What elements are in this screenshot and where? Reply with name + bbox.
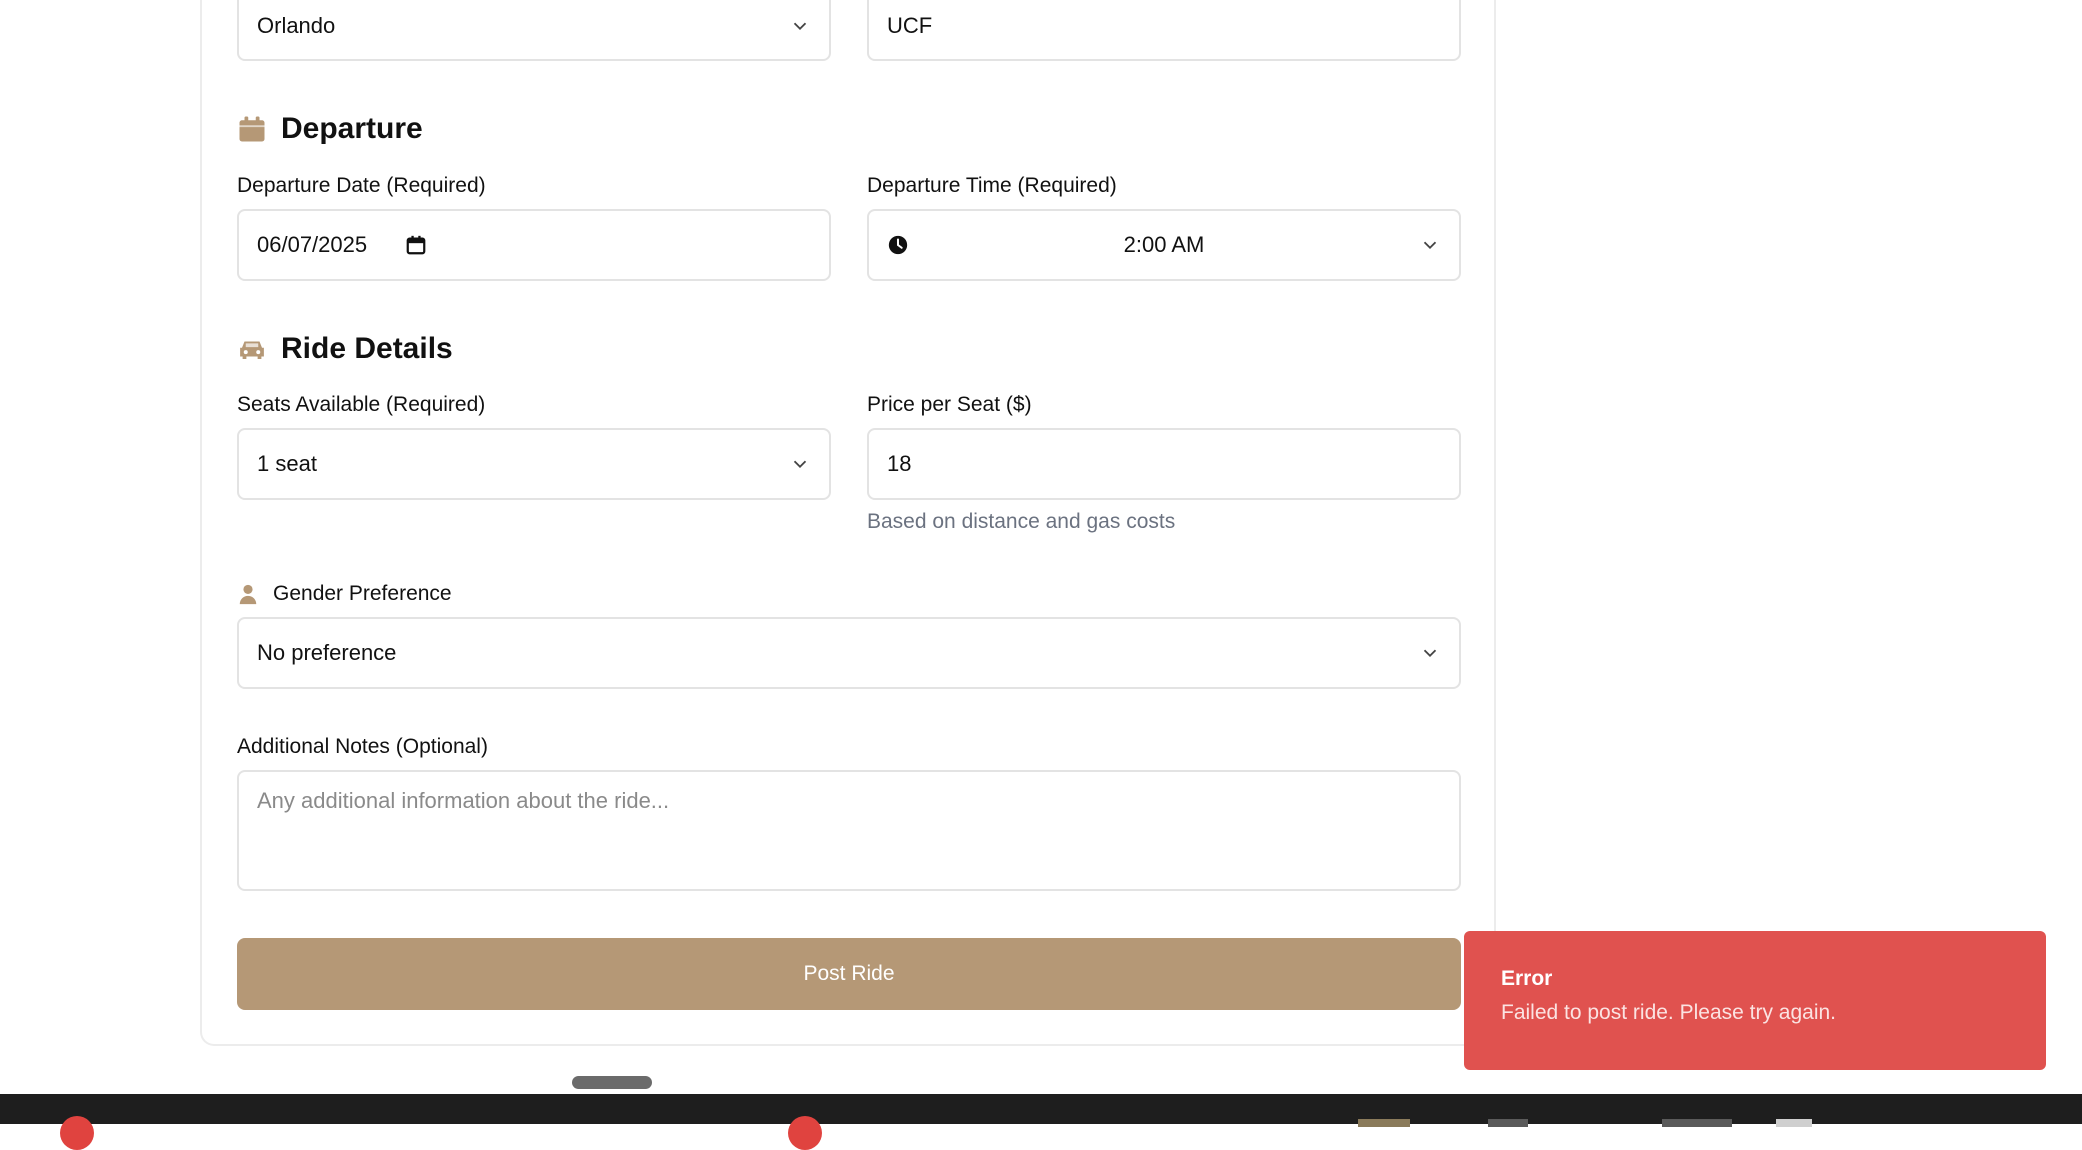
dock-app-icon[interactable] [1776, 1119, 1812, 1127]
notes-placeholder: Any additional information about the rid… [257, 788, 670, 813]
chevron-down-icon [793, 22, 807, 30]
ride-details-title: Ride Details [281, 332, 453, 365]
departure-time-label: Departure Time (Required) [867, 174, 1117, 197]
price-value: 18 [887, 451, 912, 476]
gender-preference-select[interactable]: No preference [237, 617, 1461, 689]
error-toast[interactable]: Error Failed to post ride. Please try ag… [1464, 931, 2046, 1070]
destination-input[interactable]: UCF [867, 0, 1461, 61]
price-helper-text: Based on distance and gas costs [867, 510, 1176, 533]
clock-icon [888, 235, 908, 255]
notes-label: Additional Notes (Optional) [237, 735, 488, 758]
departure-date-input[interactable]: 06/07/2025 [237, 209, 831, 281]
gender-value: No preference [257, 640, 397, 665]
dock-app-icon[interactable] [60, 1116, 94, 1150]
origin-value: Orlando [257, 12, 336, 38]
system-dock [0, 1094, 2082, 1124]
gender-label: Gender Preference [273, 582, 452, 605]
departure-time-value: 2:00 AM [1123, 232, 1205, 257]
destination-value: UCF [887, 12, 933, 38]
calendar-icon [239, 116, 265, 142]
person-icon [239, 584, 257, 605]
dock-app-icon[interactable] [1358, 1119, 1410, 1127]
price-input[interactable]: 18 [867, 428, 1461, 500]
seats-value: 1 seat [257, 451, 317, 476]
departure-date-value: 06/07/2025 [257, 232, 368, 257]
horizontal-scrollbar-thumb[interactable] [572, 1076, 652, 1089]
seats-select[interactable]: 1 seat [237, 428, 831, 500]
ride-details-section-title: Ride Details [237, 332, 453, 366]
dock-app-icon[interactable] [1662, 1119, 1732, 1127]
chevron-down-icon [1423, 649, 1437, 658]
chevron-down-icon [793, 460, 807, 469]
dock-app-icon[interactable] [1488, 1119, 1528, 1127]
chevron-down-icon [1423, 241, 1437, 250]
departure-title: Departure [281, 112, 423, 145]
toast-message: Failed to post ride. Please try again. [1501, 1001, 1837, 1024]
departure-time-select[interactable]: 2:00 AM [867, 209, 1461, 281]
price-label: Price per Seat ($) [867, 393, 1032, 416]
departure-date-label: Departure Date (Required) [237, 174, 486, 197]
car-icon [240, 341, 264, 359]
origin-select[interactable]: Orlando [237, 0, 831, 61]
post-ride-button[interactable]: Post Ride [237, 938, 1461, 1010]
departure-section-title: Departure [237, 112, 423, 146]
notes-textarea[interactable]: Any additional information about the rid… [237, 770, 1461, 891]
toast-title: Error [1501, 967, 1553, 990]
gender-label-row: Gender Preference [237, 582, 452, 606]
dock-app-icon[interactable] [788, 1116, 822, 1150]
seats-label: Seats Available (Required) [237, 393, 486, 416]
date-picker-icon[interactable] [405, 234, 427, 256]
